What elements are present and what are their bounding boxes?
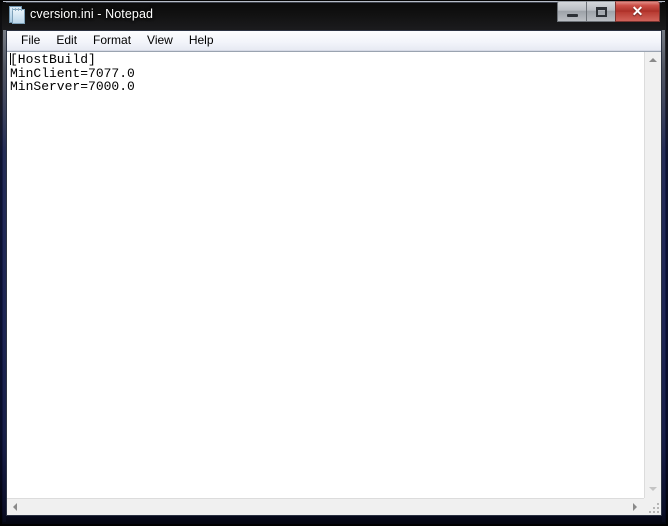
vertical-scrollbar[interactable] xyxy=(644,52,661,498)
scroll-up-arrow-icon xyxy=(649,58,657,62)
menu-item-format[interactable]: Format xyxy=(85,32,139,50)
scroll-left-arrow-icon xyxy=(13,503,17,511)
menu-item-help[interactable]: Help xyxy=(181,32,222,50)
window-title: cversion.ini - Notepad xyxy=(30,7,154,21)
text-line-3: MinServer=7000.0 xyxy=(10,79,135,94)
scroll-right-button[interactable] xyxy=(627,499,644,515)
horizontal-scrollbar[interactable] xyxy=(7,498,644,515)
title-bar[interactable]: cversion.ini - Notepad ✕ xyxy=(0,0,668,30)
menu-bar: File Edit Format View Help xyxy=(7,31,661,51)
editor-region: [HostBuild] MinClient=7077.0 MinServer=7… xyxy=(7,51,661,515)
scroll-down-button[interactable] xyxy=(645,481,661,498)
notepad-icon-page-front xyxy=(12,9,25,24)
resize-grip-icon[interactable] xyxy=(644,498,661,515)
menu-item-view[interactable]: View xyxy=(139,32,181,50)
window-frame-right-edge xyxy=(662,30,665,522)
maximize-button[interactable] xyxy=(586,1,615,22)
close-icon: ✕ xyxy=(631,3,644,19)
scroll-right-arrow-icon xyxy=(633,503,637,511)
scroll-up-button[interactable] xyxy=(645,52,661,69)
window-controls: ✕ xyxy=(557,1,660,24)
minimize-button[interactable] xyxy=(557,1,586,22)
scroll-down-arrow-icon xyxy=(649,487,657,491)
text-editor[interactable]: [HostBuild] MinClient=7077.0 MinServer=7… xyxy=(7,52,644,498)
notepad-icon-spiral xyxy=(12,8,25,11)
notepad-window: cversion.ini - Notepad ✕ File Edit Forma… xyxy=(0,0,668,526)
menu-item-edit[interactable]: Edit xyxy=(48,32,85,50)
text-line-1-content: [HostBuild] xyxy=(10,52,96,67)
window-client-area: File Edit Format View Help [HostBuild] M… xyxy=(6,30,662,516)
scroll-left-button[interactable] xyxy=(7,499,24,515)
minimize-icon xyxy=(567,14,578,17)
menu-item-file[interactable]: File xyxy=(13,32,48,50)
close-button[interactable]: ✕ xyxy=(615,1,660,22)
maximize-icon xyxy=(596,7,607,17)
text-line-2: MinClient=7077.0 xyxy=(10,65,135,81)
notepad-document-icon xyxy=(8,6,25,24)
text-line-1: [HostBuild] xyxy=(8,53,644,67)
